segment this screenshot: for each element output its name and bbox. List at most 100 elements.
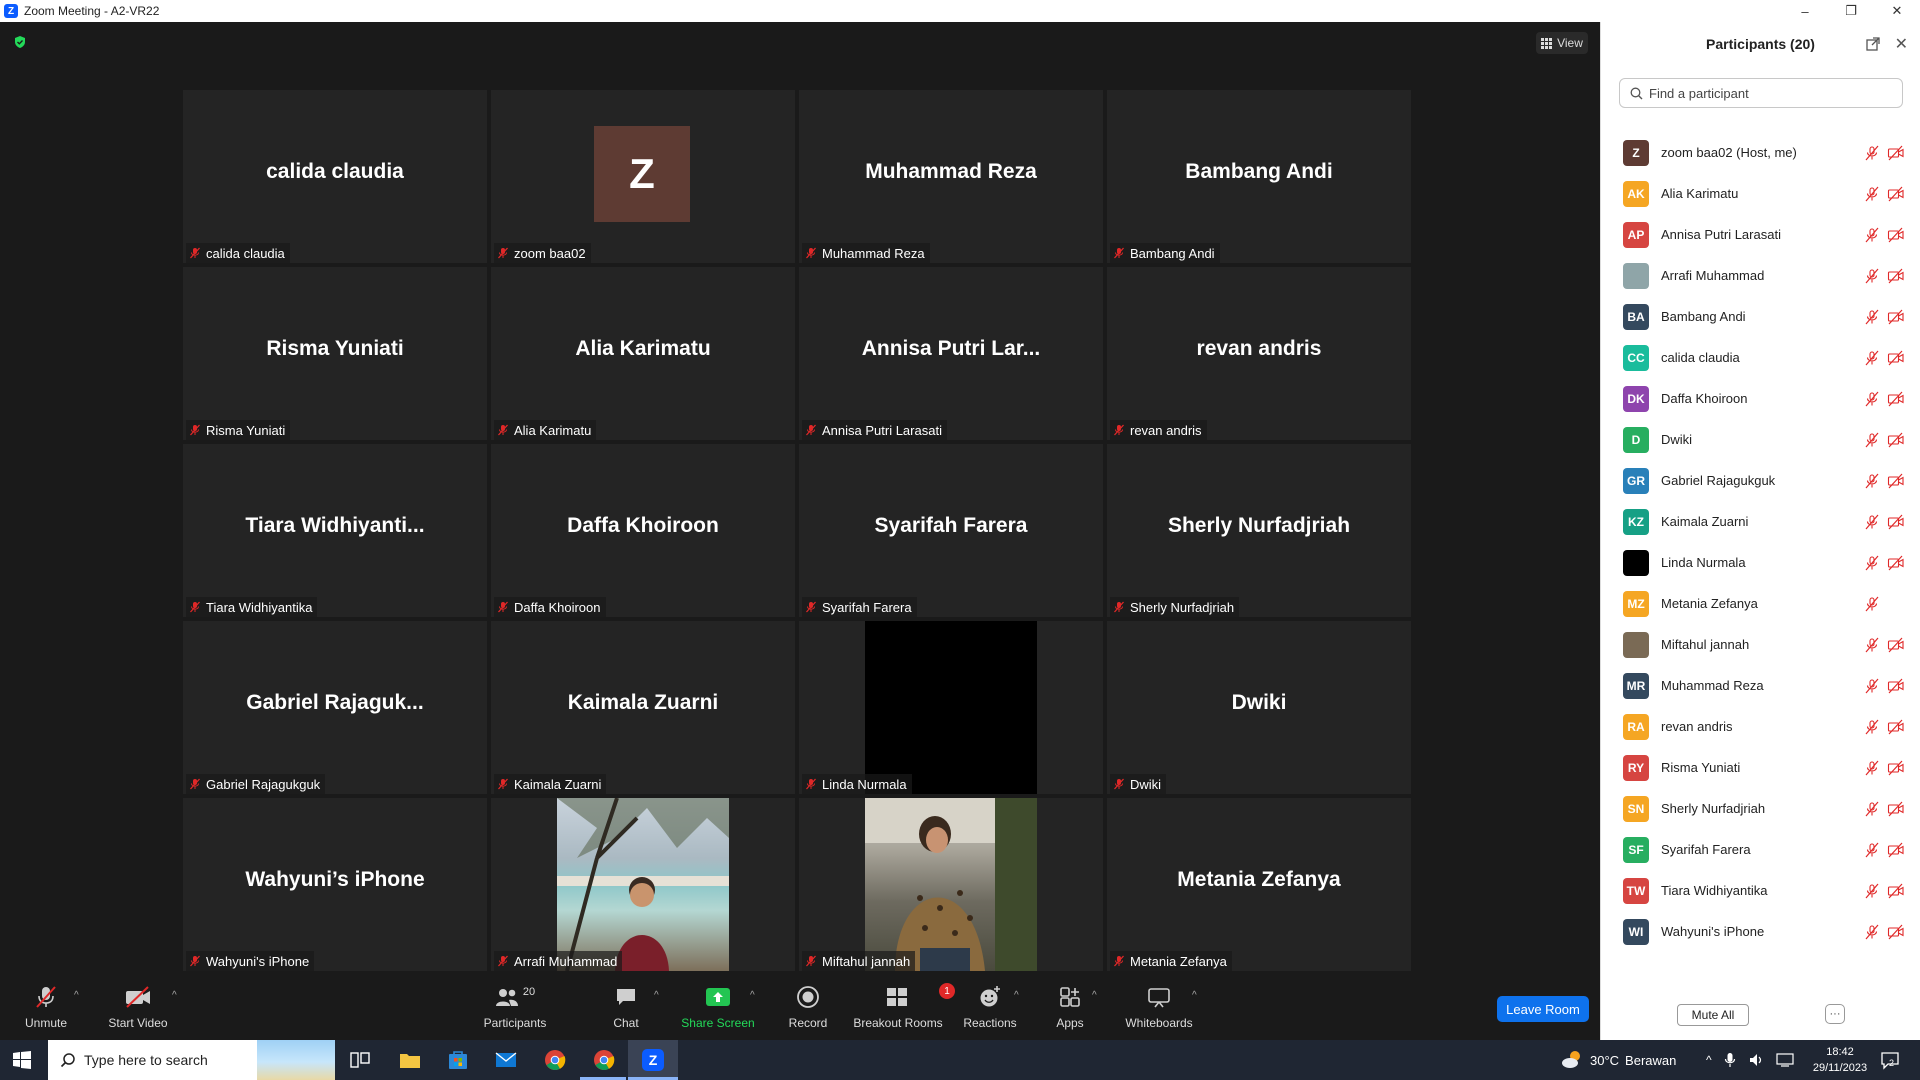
participant-mic-muted-icon[interactable] <box>1864 514 1880 530</box>
share-options-caret-icon[interactable]: ^ <box>750 990 755 1001</box>
participant-row[interactable]: DK Daffa Khoiroon <box>1601 378 1920 419</box>
video-tile[interactable]: Alia Karimatu Alia Karimatu <box>491 267 795 440</box>
participant-row[interactable]: KZ Kaimala Zuarni <box>1601 501 1920 542</box>
participant-search-input[interactable]: Find a participant <box>1619 78 1903 108</box>
participant-row[interactable]: TW Tiara Widhiyantika <box>1601 870 1920 911</box>
video-tile[interactable]: Zzoom baa02 <box>491 90 795 263</box>
participant-video-off-icon[interactable] <box>1887 391 1905 407</box>
video-options-caret-icon[interactable]: ^ <box>172 990 177 1001</box>
participant-row[interactable]: Z zoom baa02 (Host, me) <box>1601 132 1920 173</box>
start-video-button[interactable]: Start Video <box>104 982 172 1040</box>
video-tile[interactable]: Wahyuni’s iPhone Wahyuni's iPhone <box>183 798 487 971</box>
participant-row[interactable]: RY Risma Yuniati <box>1601 747 1920 788</box>
video-tile[interactable]: Annisa Putri Lar... Annisa Putri Larasati <box>799 267 1103 440</box>
video-tile[interactable]: Syarifah Farera Syarifah Farera <box>799 444 1103 617</box>
tray-microphone-icon[interactable] <box>1724 1052 1736 1068</box>
participant-video-off-icon[interactable] <box>1887 186 1905 202</box>
participant-mic-muted-icon[interactable] <box>1864 309 1880 325</box>
taskbar-clock[interactable]: 18:42 29/11/2023 <box>1806 1044 1874 1076</box>
participant-video-off-icon[interactable] <box>1887 473 1905 489</box>
breakout-rooms-button[interactable]: 1 Breakout Rooms <box>852 982 955 1040</box>
participant-row[interactable]: Miftahul jannah <box>1601 624 1920 665</box>
participant-mic-muted-icon[interactable] <box>1864 145 1880 161</box>
participant-row[interactable]: AP Annisa Putri Larasati <box>1601 214 1920 255</box>
participant-row[interactable]: SN Sherly Nurfadjriah <box>1601 788 1920 829</box>
participant-video-off-icon[interactable] <box>1887 145 1905 161</box>
mail-icon[interactable] <box>494 1048 518 1072</box>
participant-mic-muted-icon[interactable] <box>1864 596 1880 612</box>
participant-row[interactable]: MR Muhammad Reza <box>1601 665 1920 706</box>
restore-button[interactable]: ❐ <box>1828 0 1874 22</box>
participant-video-off-icon[interactable] <box>1887 350 1905 366</box>
participant-row[interactable]: BA Bambang Andi <box>1601 296 1920 337</box>
participant-video-off-icon[interactable] <box>1887 268 1905 284</box>
participant-mic-muted-icon[interactable] <box>1864 391 1880 407</box>
minimize-button[interactable]: – <box>1782 0 1828 22</box>
participant-mic-muted-icon[interactable] <box>1864 760 1880 776</box>
zoom-taskbar-icon[interactable]: Z <box>641 1048 665 1072</box>
video-tile[interactable]: Bambang Andi Bambang Andi <box>1107 90 1411 263</box>
participant-row[interactable]: CC calida claudia <box>1601 337 1920 378</box>
close-button[interactable]: ✕ <box>1874 0 1920 22</box>
view-button[interactable]: View <box>1536 32 1588 54</box>
participant-row[interactable]: WI Wahyuni's iPhone <box>1601 911 1920 952</box>
video-tile[interactable]: calida claudia calida claudia <box>183 90 487 263</box>
video-tile[interactable]: Muhammad Reza Muhammad Reza <box>799 90 1103 263</box>
participants-button[interactable]: 20 Participants <box>480 982 550 1040</box>
participant-mic-muted-icon[interactable] <box>1864 842 1880 858</box>
video-tile[interactable]: Daffa Khoiroon Daffa Khoiroon <box>491 444 795 617</box>
chat-options-caret-icon[interactable]: ^ <box>654 990 659 1001</box>
participant-video-off-icon[interactable] <box>1887 637 1905 653</box>
video-tile[interactable]: revan andris revan andris <box>1107 267 1411 440</box>
participant-mic-muted-icon[interactable] <box>1864 719 1880 735</box>
video-tile[interactable]: Arrafi Muhammad <box>491 798 795 971</box>
participant-mic-muted-icon[interactable] <box>1864 473 1880 489</box>
notification-center-button[interactable]: 2 <box>1880 1050 1900 1070</box>
participant-mic-muted-icon[interactable] <box>1864 883 1880 899</box>
chat-button[interactable]: Chat <box>608 982 644 1040</box>
participant-mic-muted-icon[interactable] <box>1864 432 1880 448</box>
whiteboards-options-caret-icon[interactable]: ^ <box>1192 990 1197 1001</box>
participant-video-off-icon[interactable] <box>1887 719 1905 735</box>
participant-video-off-icon[interactable] <box>1887 842 1905 858</box>
task-view-icon[interactable] <box>348 1048 372 1072</box>
participant-mic-muted-icon[interactable] <box>1864 924 1880 940</box>
windows-start-icon[interactable] <box>12 1050 32 1070</box>
participant-video-off-icon[interactable] <box>1887 801 1905 817</box>
microsoft-store-icon[interactable] <box>446 1048 470 1072</box>
participant-mic-muted-icon[interactable] <box>1864 227 1880 243</box>
leave-room-button[interactable]: Leave Room <box>1497 996 1589 1022</box>
participant-row[interactable]: SF Syarifah Farera <box>1601 829 1920 870</box>
participant-video-off-icon[interactable] <box>1887 883 1905 899</box>
video-tile[interactable]: Linda Nurmala <box>799 621 1103 794</box>
record-button[interactable]: Record <box>786 982 830 1040</box>
participant-video-off-icon[interactable] <box>1887 432 1905 448</box>
participant-video-off-icon[interactable] <box>1887 555 1905 571</box>
apps-button[interactable]: Apps <box>1052 982 1088 1040</box>
close-panel-icon[interactable]: ✕ <box>1895 34 1908 54</box>
participant-row[interactable]: MZ Metania Zefanya <box>1601 583 1920 624</box>
participant-video-off-icon[interactable] <box>1887 309 1905 325</box>
participant-mic-muted-icon[interactable] <box>1864 186 1880 202</box>
unmute-button[interactable]: Unmute <box>22 982 70 1040</box>
participant-mic-muted-icon[interactable] <box>1864 801 1880 817</box>
whiteboards-button[interactable]: Whiteboards <box>1124 982 1194 1040</box>
more-options-button[interactable]: ··· <box>1825 1004 1845 1024</box>
audio-options-caret-icon[interactable]: ^ <box>74 990 79 1001</box>
participant-video-off-icon[interactable] <box>1887 678 1905 694</box>
video-tile[interactable]: Dwiki Dwiki <box>1107 621 1411 794</box>
video-tile[interactable]: Risma Yuniati Risma Yuniati <box>183 267 487 440</box>
video-tile[interactable]: Metania Zefanya Metania Zefanya <box>1107 798 1411 971</box>
reactions-options-caret-icon[interactable]: ^ <box>1014 990 1019 1001</box>
chrome-icon[interactable] <box>543 1048 567 1072</box>
video-tile[interactable]: Kaimala Zuarni Kaimala Zuarni <box>491 621 795 794</box>
participant-video-off-icon[interactable] <box>1887 924 1905 940</box>
participant-row[interactable]: Arrafi Muhammad <box>1601 255 1920 296</box>
file-explorer-icon[interactable] <box>398 1048 422 1072</box>
participant-mic-muted-icon[interactable] <box>1864 637 1880 653</box>
participant-row[interactable]: AK Alia Karimatu <box>1601 173 1920 214</box>
security-shield-icon[interactable] <box>13 35 27 49</box>
video-tile[interactable]: Gabriel Rajaguk... Gabriel Rajagukguk <box>183 621 487 794</box>
video-tile[interactable]: Miftahul jannah <box>799 798 1103 971</box>
participant-mic-muted-icon[interactable] <box>1864 678 1880 694</box>
